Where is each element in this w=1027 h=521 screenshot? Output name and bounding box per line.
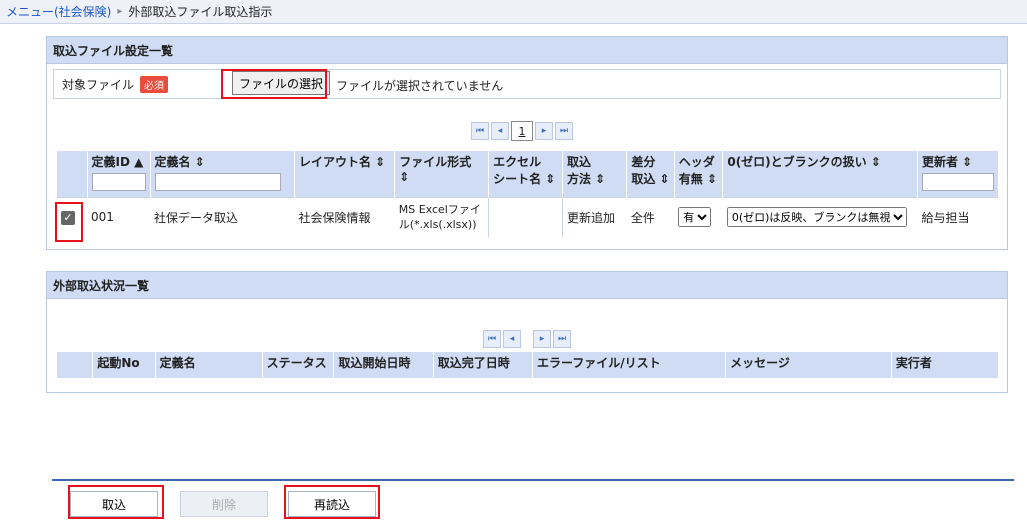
filter-name-input[interactable] bbox=[154, 173, 281, 191]
row-checkbox[interactable]: ✓ bbox=[61, 210, 75, 225]
column-header-id[interactable]: 定義ID ▲ bbox=[87, 151, 151, 197]
column-header-method[interactable]: 取込 方法 ⇕ bbox=[562, 151, 628, 197]
status-panel-title: 外部取込状況一覧 bbox=[47, 272, 1007, 299]
target-file-label-text: 対象ファイル bbox=[62, 77, 135, 92]
column-header-diff[interactable]: 差分 取込 ⇕ bbox=[626, 151, 675, 197]
settings-pager: ⏮ ◂ 1 ▸ ⏭ bbox=[471, 121, 573, 141]
footer-bar: 取込 削除 再読込 bbox=[52, 479, 1014, 521]
table-row[interactable]: ✓ 001 社保データ取込 社会保険情報 MS Excelファイ ル(*.xls(… bbox=[57, 196, 999, 237]
file-status-text: ファイルが選択されていません bbox=[336, 79, 504, 93]
cell-sheet bbox=[488, 196, 563, 237]
column-header-updater[interactable]: 更新者 ⇕ bbox=[917, 151, 1000, 197]
column-header-sheet[interactable]: エクセル シート名 ⇕ bbox=[488, 151, 563, 197]
status-header-start[interactable]: 取込開始日時 bbox=[333, 352, 434, 378]
settings-panel-title: 取込ファイル設定一覧 bbox=[47, 37, 1007, 64]
column-header-zero[interactable]: 0(ゼロ)とブランクの扱い ⇕ bbox=[722, 151, 918, 197]
status-header-message[interactable]: メッセージ bbox=[725, 352, 892, 378]
cell-updater: 給与担当 bbox=[917, 196, 999, 237]
status-header-executor[interactable]: 実行者 bbox=[891, 352, 1000, 378]
cell-layout: 社会保険情報 bbox=[294, 196, 395, 237]
header-select[interactable]: 有 bbox=[678, 207, 712, 228]
status-table: 起動No 定義名 ステータス 取込開始日時 取込完了日時 エラーファイル/リスト… bbox=[57, 352, 1000, 378]
status-header-name[interactable]: 定義名 bbox=[155, 352, 263, 378]
status-panel: 外部取込状況一覧 ⏮ ◂ ▸ ⏭ 起動No 定義名 ステータス 取込開始日時 取… bbox=[46, 271, 1008, 393]
status-select-header bbox=[57, 352, 94, 378]
status-header-startno[interactable]: 起動No bbox=[92, 352, 156, 378]
next-page-icon[interactable]: ▸ bbox=[533, 330, 551, 348]
target-file-row: 対象ファイル 必須 ファイルの選択 ファイルが選択されていません bbox=[53, 69, 1001, 99]
first-page-icon[interactable]: ⏮ bbox=[471, 122, 489, 140]
breadcrumb: メニュー(社会保険) ▸ 外部取込ファイル取込指示 bbox=[0, 0, 1027, 24]
filter-id-input[interactable] bbox=[91, 173, 146, 191]
settings-panel: 取込ファイル設定一覧 対象ファイル 必須 ファイルの選択 ファイルが選択されてい… bbox=[46, 36, 1008, 250]
row-select-cell[interactable]: ✓ bbox=[57, 196, 88, 237]
breadcrumb-menu-link[interactable]: メニュー(社会保険) bbox=[6, 3, 111, 20]
cell-header: 有 bbox=[674, 196, 723, 237]
cell-method: 更新追加 bbox=[562, 196, 627, 237]
filter-updater-input[interactable] bbox=[921, 173, 994, 191]
current-page[interactable]: 1 bbox=[511, 121, 533, 141]
status-header-end[interactable]: 取込完了日時 bbox=[433, 352, 533, 378]
target-file-label: 対象ファイル 必須 bbox=[62, 75, 169, 93]
cell-diff: 全件 bbox=[626, 196, 675, 237]
status-header-row: 起動No 定義名 ステータス 取込開始日時 取込完了日時 エラーファイル/リスト… bbox=[57, 352, 1000, 378]
cell-id: 001 bbox=[87, 196, 151, 237]
cell-zero: 0(ゼロ)は反映、ブランクは無視 bbox=[722, 196, 918, 237]
first-page-icon[interactable]: ⏮ bbox=[483, 330, 501, 348]
column-header-format[interactable]: ファイル形式 ⇕ bbox=[394, 151, 490, 197]
status-header-error[interactable]: エラーファイル/リスト bbox=[532, 352, 727, 378]
breadcrumb-separator-icon: ▸ bbox=[117, 6, 123, 17]
column-header-name[interactable]: 定義名 ⇕ bbox=[150, 151, 295, 197]
status-header-status[interactable]: ステータス bbox=[262, 352, 335, 378]
page-gap bbox=[523, 331, 531, 347]
import-button[interactable]: 取込 bbox=[70, 491, 158, 517]
column-header-header[interactable]: ヘッダ 有無 ⇕ bbox=[674, 151, 724, 197]
settings-table: 定義ID ▲ 定義名 ⇕ レイアウト名 ⇕ ファイル形式 ⇕ エクセル シート名 … bbox=[57, 151, 1000, 237]
reload-button[interactable]: 再読込 bbox=[288, 491, 376, 517]
delete-button[interactable]: 削除 bbox=[180, 491, 268, 517]
settings-header-row: 定義ID ▲ 定義名 ⇕ レイアウト名 ⇕ ファイル形式 ⇕ エクセル シート名 … bbox=[57, 151, 1000, 197]
select-column-header bbox=[57, 151, 88, 197]
prev-page-icon[interactable]: ◂ bbox=[491, 122, 509, 140]
status-pager: ⏮ ◂ ▸ ⏭ bbox=[483, 330, 571, 348]
prev-page-icon[interactable]: ◂ bbox=[503, 330, 521, 348]
page-title: 外部取込ファイル取込指示 bbox=[128, 5, 273, 19]
next-page-icon[interactable]: ▸ bbox=[535, 122, 553, 140]
choose-file-button[interactable]: ファイルの選択 bbox=[232, 71, 331, 95]
column-header-layout[interactable]: レイアウト名 ⇕ bbox=[294, 151, 396, 197]
required-badge: 必須 bbox=[140, 75, 169, 93]
last-page-icon[interactable]: ⏭ bbox=[553, 330, 571, 348]
last-page-icon[interactable]: ⏭ bbox=[555, 122, 573, 140]
cell-name: 社保データ取込 bbox=[150, 196, 295, 237]
zero-blank-select[interactable]: 0(ゼロ)は反映、ブランクは無視 bbox=[726, 207, 907, 228]
cell-format: MS Excelファイ ル(*.xls(.xlsx)) bbox=[394, 196, 489, 237]
